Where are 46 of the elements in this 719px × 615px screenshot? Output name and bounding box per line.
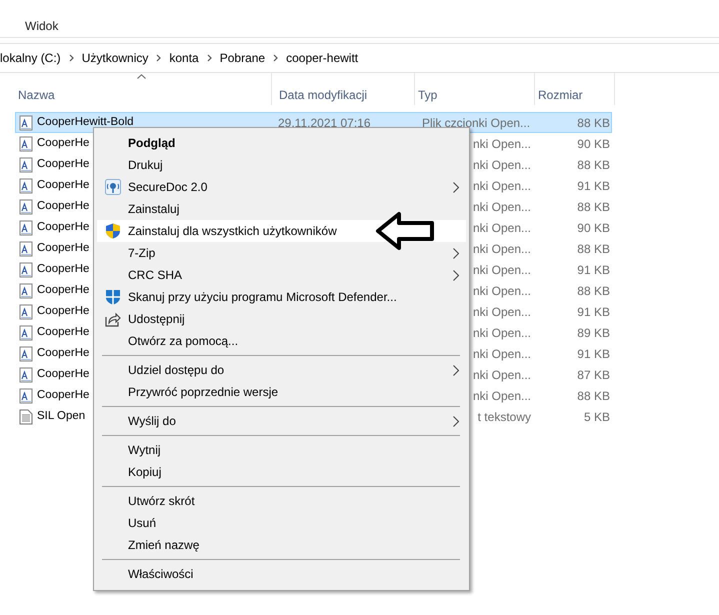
- file-size: 88 KB: [577, 284, 610, 298]
- file-name: CooperHe: [37, 220, 90, 235]
- file-type: nki Open...: [472, 326, 531, 340]
- file-type: nki Open...: [472, 284, 531, 298]
- file-size: 88 KB: [577, 242, 610, 256]
- modified-date: 29.11.2021 07:16: [278, 116, 371, 130]
- file-name: CooperHe: [37, 136, 90, 151]
- file-type: Plik czcionki Open...: [422, 116, 530, 130]
- file-type: nki Open...: [472, 388, 531, 402]
- file-size: 88 KB: [577, 200, 610, 214]
- file-size: 90 KB: [577, 220, 610, 234]
- file-name: SIL Open: [37, 408, 86, 424]
- file-type: t tekstowy: [478, 410, 531, 424]
- file-name: CooperHe: [37, 156, 90, 172]
- file-size: 91 KB: [577, 304, 610, 318]
- file-size: 90 KB: [577, 136, 610, 150]
- file-name: CooperHe: [37, 366, 90, 382]
- file-size: 87 KB: [577, 368, 610, 382]
- file-size: 91 KB: [577, 262, 610, 276]
- file-size: 91 KB: [577, 346, 610, 360]
- file-name: CooperHe: [37, 282, 90, 298]
- file-size: 5 KB: [584, 410, 610, 424]
- file-name: CooperHe: [37, 240, 90, 256]
- file-type: nki Open...: [472, 242, 531, 256]
- file-type: nki Open...: [472, 304, 531, 318]
- file-size: 91 KB: [577, 178, 610, 192]
- file-type: nki Open...: [472, 158, 531, 172]
- file-name: CooperHe: [37, 346, 90, 361]
- file-type: nki Open...: [472, 136, 531, 150]
- file-name: CooperHe: [37, 262, 90, 277]
- file-name: CooperHe: [37, 304, 90, 319]
- file-type: nki Open...: [472, 262, 531, 276]
- file-name: CooperHe: [37, 324, 90, 340]
- file-type: nki Open...: [472, 200, 531, 214]
- file-type: nki Open...: [472, 368, 531, 382]
- file-name: CooperHe: [37, 198, 90, 214]
- file-type: nki Open...: [472, 178, 531, 192]
- file-name: CooperHe: [37, 388, 90, 403]
- file-type: nki Open...: [472, 346, 531, 360]
- file-name: CooperHewitt-Bold: [37, 114, 134, 130]
- file-name: CooperHe: [37, 178, 90, 193]
- file-size: 89 KB: [577, 326, 610, 340]
- file-size: 88 KB: [577, 116, 610, 130]
- file-type: nki Open...: [472, 220, 531, 234]
- file-size: 88 KB: [577, 158, 610, 172]
- file-size: 88 KB: [577, 388, 610, 402]
